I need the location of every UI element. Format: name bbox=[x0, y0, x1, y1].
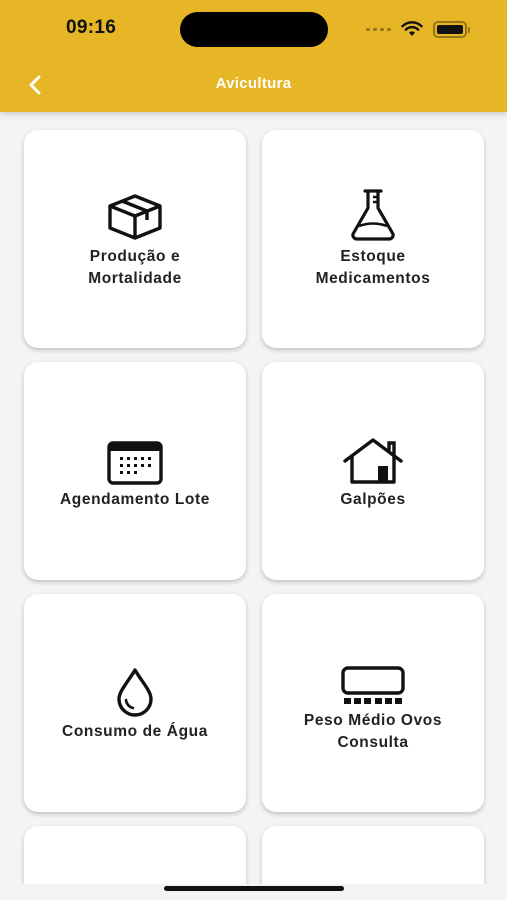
scale-icon bbox=[340, 652, 406, 706]
card-label: Peso Médio Ovos Consulta bbox=[303, 712, 443, 751]
card-label: Estoque Medicamentos bbox=[315, 248, 431, 287]
home-indicator[interactable] bbox=[164, 886, 344, 891]
menu-grid: Produção e Mortalidade Estoque Medicamen… bbox=[24, 130, 484, 896]
card-label: Consumo de Água bbox=[62, 723, 208, 740]
status-icons bbox=[366, 18, 470, 40]
card-label: Galpões bbox=[340, 491, 406, 508]
page-title: Avicultura bbox=[215, 75, 292, 92]
card-galpoes[interactable]: Galpões bbox=[262, 362, 484, 580]
card-agendamento-lote[interactable]: Agendamento Lote bbox=[24, 362, 246, 580]
card-estoque-medicamentos[interactable]: Estoque Medicamentos bbox=[262, 130, 484, 348]
flask-icon bbox=[347, 188, 399, 242]
house-icon bbox=[342, 431, 404, 485]
wifi-icon bbox=[401, 21, 423, 36]
calendar-icon bbox=[107, 431, 163, 485]
dynamic-island bbox=[180, 12, 328, 47]
box-icon bbox=[106, 188, 164, 242]
signal-icon bbox=[366, 27, 391, 31]
card-consumo-agua[interactable]: Consumo de Água bbox=[24, 594, 246, 812]
card-peso-medio-ovos[interactable]: Peso Médio Ovos Consulta bbox=[262, 594, 484, 812]
card-label: Produção e Mortalidade bbox=[88, 248, 182, 287]
app-header: 09:16 Avicultura bbox=[0, 0, 507, 112]
water-drop-icon bbox=[114, 663, 156, 717]
card-producao-mortalidade[interactable]: Produção e Mortalidade bbox=[24, 130, 246, 348]
battery-icon bbox=[433, 20, 470, 38]
status-time: 09:16 bbox=[66, 17, 117, 38]
card-label: Agendamento Lote bbox=[60, 491, 210, 508]
